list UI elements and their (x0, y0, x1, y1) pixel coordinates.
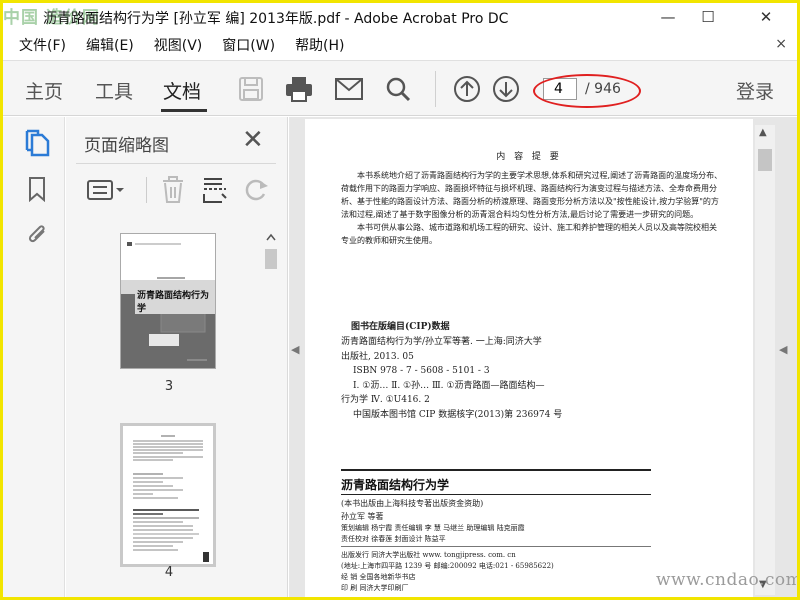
publish-line: 出版发行 同济大学出版社 www. tongjipress. com. cn (341, 551, 516, 559)
publish-line: (地址:上海市四平路 1239 号 邮编:200092 电话:021 - 659… (341, 562, 554, 570)
page-label: 4 (164, 565, 174, 580)
panel-divider (76, 163, 276, 164)
cover-top (121, 234, 215, 294)
mail-icon[interactable] (334, 74, 364, 104)
book-title: 沥青路面结构行为学 (341, 478, 450, 492)
title-bar: 中国 造价网 沥青路面结构行为学 [孙立军 编] 2013年版.pdf - Ad… (3, 3, 797, 31)
page-thumbnail-selected[interactable] (120, 423, 216, 567)
collapse-left-icon[interactable]: ◀ (291, 343, 299, 356)
cover-title: 沥青路面结构行为学 (135, 288, 215, 314)
rule-line (341, 546, 651, 547)
publish-line: 印 刷 同济大学印刷厂 (341, 584, 409, 592)
save-icon[interactable] (236, 74, 266, 104)
toolbar-separator (435, 71, 436, 107)
abstract-paragraph: 本书可供从事公路、城市道路和机场工程的研究、设计、施工和养护管理的相关人员以及高… (341, 223, 717, 245)
page-thumbnails-icon[interactable] (23, 129, 51, 157)
scrollbar-thumb[interactable] (265, 249, 277, 269)
menu-edit[interactable]: 编辑(E) (86, 35, 134, 55)
editor-line: 策划编辑 杨宁霞 责任编辑 李 慧 马继兰 助理编辑 陆克丽霞 (341, 524, 525, 532)
close-window-button[interactable]: ✕ (751, 5, 781, 29)
page-thumbnail[interactable]: 沥青路面结构行为学 (120, 233, 216, 369)
editors-block: 策划编辑 杨宁霞 责任编辑 李 慧 马继兰 助理编辑 陆克丽霞 责任校对 徐春莲… (341, 523, 661, 545)
cip-line: 出版社, 2013. 05 (341, 351, 414, 362)
page-total: / 946 (585, 81, 621, 97)
cip-line: 中国版本图书馆 CIP 数据核字(2013)第 236974 号 (353, 409, 563, 420)
menu-file[interactable]: 文件(F) (19, 35, 66, 55)
cip-data: 沥青路面结构行为学/孙立军等著. 一上海:同济大学 出版社, 2013. 05 … (341, 335, 641, 422)
site-watermark: www.cndao.com (656, 570, 800, 590)
cip-line: 行为学 Ⅳ. ①U416. 2 (341, 395, 430, 405)
page-number-input[interactable] (543, 78, 577, 100)
print-icon[interactable] (284, 74, 314, 104)
close-panel-button[interactable]: ✕ (242, 127, 264, 153)
tab-home[interactable]: 主页 (25, 77, 63, 104)
rotate-page-icon[interactable] (240, 175, 274, 205)
search-icon[interactable] (383, 74, 413, 104)
page-navigator: / 946 (533, 72, 641, 108)
menu-help[interactable]: 帮助(H) (295, 35, 344, 55)
cip-line: Ⅰ. ①沥… Ⅱ. ①孙… Ⅲ. ①沥青路面—路面结构— (353, 380, 545, 391)
rule-line (341, 469, 651, 471)
document-scrollbar[interactable]: ▲ ▼ (755, 125, 775, 595)
window-title: 沥青路面结构行为学 [孙立军 编] 2013年版.pdf - Adobe Acr… (43, 11, 509, 27)
toolbar: 主页 工具 文档 / 946 登录 (3, 60, 797, 116)
panel-title: 页面缩略图 (84, 136, 169, 156)
rule-line (341, 494, 651, 495)
abstract-paragraph: 本书系统地介绍了沥青路面结构行为学的主要学术思想,体系和研究过程,阐述了沥青路面… (341, 171, 723, 219)
menu-window[interactable]: 窗口(W) (222, 35, 275, 55)
navigation-rail (3, 117, 65, 597)
delete-page-icon[interactable] (156, 175, 190, 205)
next-page-icon[interactable] (491, 74, 521, 104)
page-label: 3 (164, 379, 174, 394)
maximize-button[interactable]: ☐ (693, 5, 723, 29)
cip-line: ISBN 978 - 7 - 5608 - 5101 - 3 (353, 366, 490, 376)
previous-page-icon[interactable] (452, 74, 482, 104)
publish-line: 经 销 全国各地新华书店 (341, 573, 416, 581)
attachment-icon[interactable] (23, 219, 51, 247)
pdf-page: 内 容 提 要 本书系统地介绍了沥青路面结构行为学的主要学术思想,体系和研究过程… (305, 119, 753, 597)
thumbnails-panel: 页面缩略图 ✕ 沥青路面结构行为学 3 4 (66, 117, 288, 597)
collapse-right-icon[interactable]: ◀ (779, 343, 787, 356)
editor-line: 责任校对 徐春莲 封面设计 陈益平 (341, 535, 446, 543)
options-menu-icon[interactable] (84, 175, 128, 205)
thumbnail-scrollbar[interactable] (264, 229, 278, 591)
cip-line: 沥青路面结构行为学/孙立军等著. 一上海:同济大学 (341, 337, 542, 347)
author-line: 孙立军 等著 (341, 512, 384, 521)
extract-page-icon[interactable] (198, 175, 232, 205)
cip-title: 图书在版编目(CIP)数据 (351, 322, 450, 332)
login-button[interactable]: 登录 (736, 77, 774, 104)
abstract-text: 本书系统地介绍了沥青路面结构行为学的主要学术思想,体系和研究过程,阐述了沥青路面… (341, 169, 723, 247)
panel-tool-separator (146, 177, 147, 203)
thumbnail-list: 沥青路面结构行为学 3 4 (76, 229, 262, 589)
minimize-button[interactable]: — (653, 5, 683, 29)
active-tab-indicator (161, 109, 207, 112)
scroll-up-icon[interactable]: ▲ (759, 127, 767, 138)
subsidy-note: (本书出版由上海科技专著出版资金资助) (341, 499, 484, 508)
bookmark-icon[interactable] (23, 175, 51, 203)
menu-view[interactable]: 视图(V) (154, 35, 203, 55)
document-viewer: ◀ ◀ 内 容 提 要 本书系统地介绍了沥青路面结构行为学的主要学术思想,体系和… (289, 117, 797, 597)
page-heading: 内 容 提 要 (496, 152, 562, 162)
menu-bar: 文件(F) 编辑(E) 视图(V) 窗口(W) 帮助(H) × (3, 31, 797, 59)
publish-block: 出版发行 同济大学出版社 www. tongjipress. com. cn (… (341, 550, 671, 594)
tab-tools[interactable]: 工具 (95, 77, 133, 104)
scrollbar-thumb[interactable] (758, 149, 772, 171)
close-document-button[interactable]: × (775, 36, 787, 52)
tab-document[interactable]: 文档 (163, 77, 201, 104)
